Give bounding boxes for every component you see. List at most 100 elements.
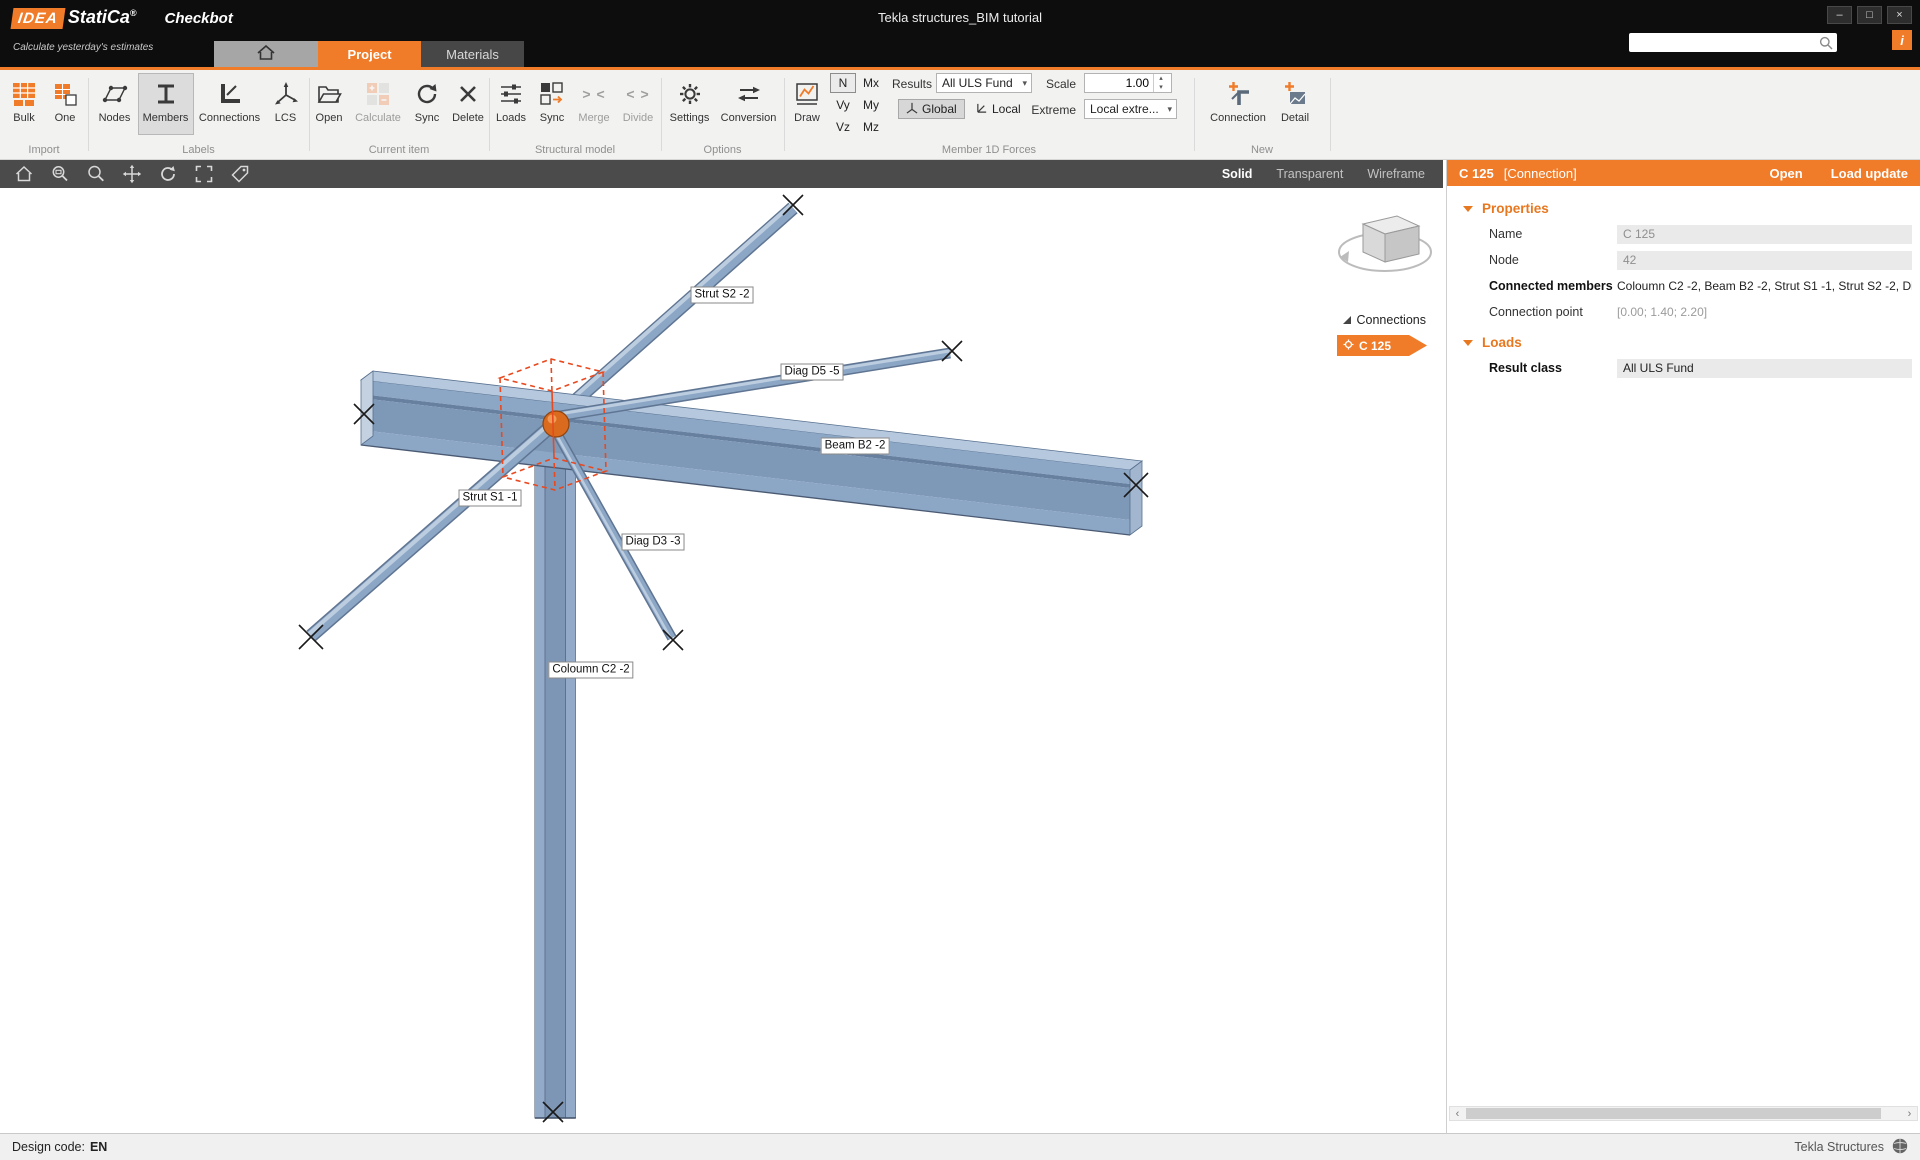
property-row-name: Name C 125 <box>1447 221 1920 247</box>
info-button[interactable]: i <box>1892 30 1912 50</box>
display-mode-transparent[interactable]: Transparent <box>1276 167 1343 181</box>
tab-home[interactable] <box>214 41 318 67</box>
open-button[interactable]: Open <box>309 73 349 135</box>
rotate-icon[interactable] <box>154 162 181 186</box>
draw-button[interactable]: Draw <box>784 73 830 135</box>
strut-s1-member[interactable] <box>309 426 549 636</box>
result-class-value-field[interactable]: All ULS Fund <box>1617 359 1912 378</box>
merge-button[interactable]: > < Merge <box>572 73 616 135</box>
ribbon-group-new: Connection Detail New <box>1194 70 1330 160</box>
viewport-toolbar: Solid Transparent Wireframe <box>0 160 1443 188</box>
force-toggle-my[interactable]: My <box>858 95 884 115</box>
members-icon <box>153 79 179 109</box>
scrollbar-thumb[interactable] <box>1466 1108 1881 1119</box>
collapse-triangle-icon <box>1463 206 1473 212</box>
display-modes: Solid Transparent Wireframe <box>1222 167 1443 181</box>
calculate-button[interactable]: Calculate <box>349 73 407 135</box>
ribbon-group-options: Settings Conversion Options <box>661 70 784 160</box>
global-toggle-button[interactable]: Global <box>898 99 965 119</box>
loads-button[interactable]: Loads <box>490 73 532 135</box>
panel-open-button[interactable]: Open <box>1769 166 1802 181</box>
zoom-fit-icon[interactable] <box>190 162 217 186</box>
zoom-icon[interactable] <box>82 162 109 186</box>
window-controls: – □ × <box>1827 6 1912 24</box>
home-view-icon[interactable] <box>10 162 37 186</box>
search-input[interactable] <box>1629 35 1815 50</box>
spinner-up-icon[interactable]: ▴ <box>1154 74 1168 83</box>
scale-spinner: ▴ ▾ <box>1153 74 1168 92</box>
bulk-import-icon <box>11 79 37 109</box>
force-toggle-vz[interactable]: Vz <box>830 117 856 137</box>
current-item-group-label: Current item <box>309 144 489 156</box>
ribbon-group-member-forces: Draw N Vy Vz Mx My Mz Results All ULS Fu… <box>784 70 1194 160</box>
nodes-label: Nodes <box>99 112 131 124</box>
display-mode-wireframe[interactable]: Wireframe <box>1367 167 1425 181</box>
connection-node[interactable] <box>543 411 569 437</box>
search-icon[interactable] <box>1815 36 1837 50</box>
close-button[interactable]: × <box>1887 6 1912 24</box>
maximize-button[interactable]: □ <box>1857 6 1882 24</box>
sync-item-button[interactable]: Sync <box>407 73 447 135</box>
pan-icon[interactable] <box>118 162 145 186</box>
tree-expander-icon[interactable] <box>1343 316 1351 324</box>
extreme-dropdown[interactable]: Local extre... ▾ <box>1084 99 1177 119</box>
conversion-arrows-icon <box>736 79 762 109</box>
sync-model-button[interactable]: Sync <box>532 73 572 135</box>
scale-input[interactable] <box>1085 74 1153 92</box>
bulk-button[interactable]: Bulk <box>3 73 45 135</box>
minimize-button[interactable]: – <box>1827 6 1852 24</box>
loads-section-header[interactable]: Loads <box>1463 335 1920 350</box>
one-button[interactable]: One <box>45 73 85 135</box>
nodes-button[interactable]: Nodes <box>92 73 138 135</box>
force-toggle-mz[interactable]: Mz <box>858 117 884 137</box>
force-toggle-vy[interactable]: Vy <box>830 95 856 115</box>
navigation-cube[interactable] <box>1330 202 1440 297</box>
spinner-down-icon[interactable]: ▾ <box>1154 83 1168 92</box>
zoom-window-icon[interactable] <box>46 162 73 186</box>
one-label: One <box>55 112 76 124</box>
chevron-down-icon: ▾ <box>1022 78 1027 89</box>
column-member[interactable] <box>535 438 576 1118</box>
ribbon-separator <box>1330 78 1331 151</box>
open-label: Open <box>316 112 343 124</box>
conversion-button[interactable]: Conversion <box>716 73 782 135</box>
scroll-right-icon[interactable]: › <box>1902 1107 1917 1120</box>
results-dropdown[interactable]: All ULS Fund ▾ <box>936 73 1032 93</box>
merge-icon: > < <box>582 79 605 109</box>
display-mode-solid[interactable]: Solid <box>1222 167 1253 181</box>
tab-materials[interactable]: Materials <box>421 41 524 67</box>
scene-3d <box>0 188 1443 1133</box>
panel-horizontal-scrollbar[interactable]: ‹ › <box>1449 1106 1918 1121</box>
tree-node-connections[interactable]: Connections <box>1296 313 1426 327</box>
beam-b2-member[interactable] <box>361 371 1142 535</box>
new-connection-button[interactable]: Connection <box>1205 73 1271 135</box>
tab-project[interactable]: Project <box>318 41 421 67</box>
lcs-button[interactable]: LCS <box>266 73 306 135</box>
force-toggle-mx[interactable]: Mx <box>858 73 884 93</box>
tagline: Calculate yesterday's estimates <box>13 42 153 53</box>
labels-tag-icon[interactable] <box>226 162 253 186</box>
force-toggle-n[interactable]: N <box>830 73 856 93</box>
property-row-connected-members: Connected members Coloumn C2 -2, Beam B2… <box>1447 273 1920 299</box>
sync-icon <box>414 79 440 109</box>
tree-item-c125[interactable]: C 125 <box>1337 335 1427 356</box>
search-box <box>1629 33 1837 52</box>
new-detail-button[interactable]: Detail <box>1271 73 1319 135</box>
members-button[interactable]: Members <box>138 73 194 135</box>
delete-button[interactable]: Delete <box>447 73 489 135</box>
design-code-value: EN <box>90 1140 107 1154</box>
panel-load-update-button[interactable]: Load update <box>1831 166 1908 181</box>
options-group-label: Options <box>661 144 784 156</box>
registered-mark: ® <box>130 8 137 18</box>
divide-button[interactable]: < > Divide <box>616 73 660 135</box>
properties-section-header[interactable]: Properties <box>1463 201 1920 216</box>
name-value-field: C 125 <box>1617 225 1912 244</box>
home-icon <box>257 45 275 64</box>
member-end-marks <box>299 195 1148 1122</box>
scroll-left-icon[interactable]: ‹ <box>1450 1107 1465 1120</box>
settings-button[interactable]: Settings <box>664 73 716 135</box>
connection-point-value: [0.00; 1.40; 2.20] <box>1617 305 1912 319</box>
model-viewport[interactable]: Strut S2 -2 Diag D5 -5 Beam B2 -2 Strut … <box>0 188 1443 1133</box>
connections-button[interactable]: Connections <box>194 73 266 135</box>
loads-sliders-icon <box>498 79 524 109</box>
